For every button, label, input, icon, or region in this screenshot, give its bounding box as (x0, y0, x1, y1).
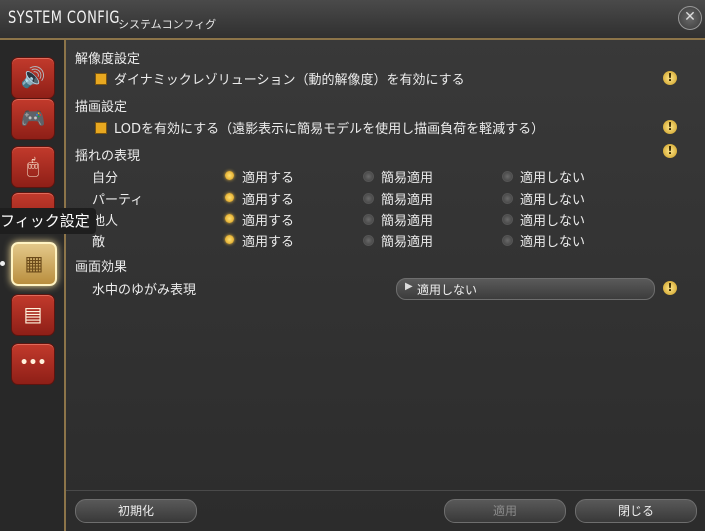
lod-label: LODを有効にする（遠影表示に簡易モデルを使用し描画負荷を軽減する） (114, 122, 545, 137)
tooltip-pointer (0, 261, 5, 266)
sway-enemy-simple-radio[interactable] (363, 235, 374, 246)
caret-right-icon: ▶ (405, 281, 413, 292)
sway-others-none-radio[interactable] (502, 214, 513, 225)
close-icon[interactable]: ✕ (678, 6, 702, 30)
mouse-icon: 🖱 (27, 154, 39, 178)
resolution-section-title: 解像度設定 (75, 52, 141, 67)
option-label: 適用する (242, 171, 295, 186)
dynamic-resolution-checkbox[interactable] (95, 73, 107, 85)
option-label: 簡易適用 (381, 214, 434, 229)
footer-divider (66, 490, 705, 491)
sidebar-item-sound[interactable]: 🔊 (11, 57, 55, 99)
drawing-section-title: 描画設定 (75, 100, 128, 115)
graphics-icon: ▦ (24, 251, 44, 275)
warning-icon: ! (663, 120, 677, 134)
dynamic-resolution-label: ダイナミックレゾリューション（動的解像度）を有効にする (114, 73, 465, 88)
gamepad-icon: 🎮 (20, 106, 46, 130)
reset-button[interactable]: 初期化 (75, 499, 197, 523)
sway-row-others-label: 他人 (92, 214, 119, 229)
option-label: 適用しない (520, 214, 586, 229)
sidebar-item-controller[interactable]: 🎮 (11, 98, 55, 140)
sidebar-item-mouse[interactable]: 🖱 (11, 146, 55, 188)
screen-effects-section-title: 画面効果 (75, 260, 128, 275)
sway-row-enemy-label: 敵 (92, 235, 106, 250)
option-label: 簡易適用 (381, 171, 434, 186)
sway-others-apply-radio[interactable] (225, 214, 234, 223)
sway-self-simple-radio[interactable] (363, 171, 374, 182)
sway-self-none-radio[interactable] (502, 171, 513, 182)
option-label: 適用する (242, 193, 295, 208)
option-label: 適用しない (520, 171, 586, 186)
sway-section-title: 揺れの表現 (75, 149, 141, 164)
sidebar-item-more[interactable]: ••• (11, 343, 55, 385)
window-title: SYSTEM CONFIG (8, 8, 120, 28)
option-label: 簡易適用 (381, 193, 434, 208)
sway-others-simple-radio[interactable] (363, 214, 374, 225)
graphics-settings-panel: 解像度設定 ダイナミックレゾリューション（動的解像度）を有効にする ! 描画設定… (66, 40, 705, 531)
option-label: 適用する (242, 235, 295, 250)
close-button[interactable]: 閉じる (575, 499, 697, 523)
underwater-distortion-dropdown[interactable]: ▶ 適用しない (396, 278, 655, 300)
documents-icon: ▤ (23, 302, 43, 326)
sway-party-apply-radio[interactable] (225, 193, 234, 202)
sidebar-tooltip: フィック設定 (0, 208, 96, 234)
warning-icon: ! (663, 281, 677, 295)
sway-enemy-none-radio[interactable] (502, 235, 513, 246)
sidebar: 🔊 🎮 🖱 ▭ ▦ ▤ ••• (0, 40, 66, 531)
sway-row-self-label: 自分 (92, 171, 119, 186)
option-label: 簡易適用 (381, 235, 434, 250)
sidebar-item-documents[interactable]: ▤ (11, 294, 55, 336)
dropdown-value: 適用しない (417, 283, 478, 297)
speaker-icon: 🔊 (20, 65, 46, 89)
option-label: 適用しない (520, 193, 586, 208)
warning-icon: ! (663, 144, 677, 158)
more-icon: ••• (19, 355, 47, 371)
sway-self-apply-radio[interactable] (225, 171, 234, 180)
window-subtitle: システムコンフィグ (118, 18, 217, 31)
apply-button[interactable]: 適用 (444, 499, 566, 523)
sway-party-simple-radio[interactable] (363, 193, 374, 204)
option-label: 適用しない (520, 235, 586, 250)
warning-icon: ! (663, 71, 677, 85)
system-config-window: SYSTEM CONFIG システムコンフィグ ✕ 🔊 🎮 🖱 ▭ ▦ ▤ ••… (0, 0, 705, 531)
underwater-distortion-label: 水中のゆがみ表現 (92, 283, 197, 298)
sway-enemy-apply-radio[interactable] (225, 235, 234, 244)
sway-party-none-radio[interactable] (502, 193, 513, 204)
sway-row-party-label: パーティ (92, 193, 144, 208)
lod-checkbox[interactable] (95, 122, 107, 134)
option-label: 適用する (242, 214, 295, 229)
sidebar-item-graphics[interactable]: ▦ (11, 242, 57, 286)
title-bar: SYSTEM CONFIG システムコンフィグ ✕ (0, 0, 705, 40)
